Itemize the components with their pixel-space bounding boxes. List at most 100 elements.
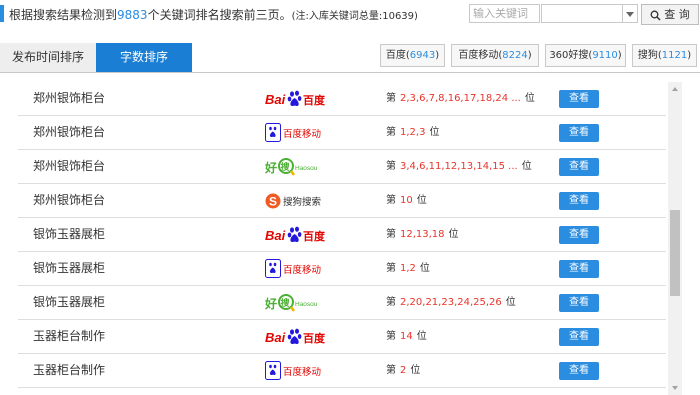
summary-suffix: 个关键词排名搜索前三页。	[147, 8, 292, 22]
haosou-cn2: 搜	[281, 161, 291, 173]
haosou-cn: 好	[265, 160, 277, 175]
scroll-down-arrow-icon[interactable]	[668, 381, 682, 395]
view-button[interactable]: 查看	[559, 362, 599, 380]
keyword-cell: 玉器柜台制作	[33, 363, 106, 377]
view-button[interactable]: 查看	[559, 260, 599, 278]
view-button[interactable]: 查看	[559, 90, 599, 108]
haosou-logo-icon: 好搜 Haosou	[264, 293, 325, 313]
search-button-label: 查 询	[664, 8, 690, 21]
view-button[interactable]: 查看	[559, 192, 599, 210]
engine-name: 百度移动	[458, 50, 499, 61]
rank-positions: 1,2,3	[400, 127, 426, 138]
rank-suffix: 位	[410, 365, 421, 376]
baidu-cn: 百度	[303, 331, 325, 345]
baidu-cn: 百度	[303, 93, 325, 107]
keyword-cell: 银饰玉器展柜	[33, 261, 106, 275]
table-row: 银饰玉器展柜 百度移动 第 1,2 位 查看	[18, 252, 666, 286]
rank-cell: 第 14 位	[386, 320, 427, 353]
summary-note: (注:入库关键词总量:10639)	[291, 11, 418, 22]
accent-bar	[0, 5, 4, 22]
keyword-cell: 银饰玉器展柜	[33, 227, 106, 241]
tab-sort-by-time[interactable]: 发布时间排序	[0, 43, 96, 72]
summary-bar: 根据搜索结果检测到9883个关键词排名搜索前三页。(注:入库关键词总量:1063…	[0, 0, 700, 30]
scroll-up-arrow-icon[interactable]	[668, 82, 682, 96]
rank-suffix: 位	[429, 127, 440, 138]
table-row: 银饰玉器展柜 Bai 百度 第 12,13,18 位 查看	[18, 218, 666, 252]
haosou-latin: Haosou	[295, 165, 318, 172]
rank-prefix: 第	[386, 161, 396, 172]
search-button[interactable]: 查 询	[641, 4, 699, 25]
search-icon	[650, 10, 661, 21]
view-button[interactable]: 查看	[559, 158, 599, 176]
rank-positions: 14	[400, 331, 413, 342]
rank-positions: 12,13,18	[400, 229, 445, 240]
baidu-cn: 百度	[303, 229, 325, 243]
haosou-latin: Haosou	[295, 301, 318, 308]
keyword-cell: 银饰玉器展柜	[33, 295, 106, 309]
rank-cell: 第2位	[386, 354, 420, 387]
rank-cell: 第 1,2 位	[386, 252, 430, 285]
rank-cell: 第 3,4,6,11,12,13,14,15 ... 位	[386, 150, 532, 183]
rank-positions: 1,2	[400, 263, 416, 274]
baidu-mobile-logo-icon: 百度移动	[265, 123, 325, 143]
baidu-mobile-logo-icon: 百度移动	[265, 361, 325, 381]
engine-count: 1121	[661, 50, 688, 61]
engine-count: 6943	[409, 50, 436, 61]
scrollbar-thumb[interactable]	[670, 210, 680, 296]
sogou-logo-icon: S 搜狗搜索	[265, 191, 325, 211]
sogou-cn: 搜狗搜索	[283, 196, 321, 208]
table-row: 玉器柜台制作 百度移动 第 2 位 查看	[18, 354, 666, 388]
engine-filter-baidu[interactable]: 百度(6943)	[380, 44, 445, 67]
rank-prefix: 第	[386, 195, 396, 206]
rank-cell: 第 1,2,3 位	[386, 116, 439, 149]
keyword-cell: 郑州银饰柜台	[33, 91, 106, 105]
keyword-cell: 郑州银饰柜台	[33, 193, 106, 207]
rank-prefix: 第	[386, 229, 396, 240]
rank-cell: 第 2,20,21,23,24,25,26 位	[386, 286, 516, 319]
rank-cell: 第 2,3,6,7,8,16,17,18,24 ... 位	[386, 82, 535, 115]
rank-cell: 第 12,13,18 位	[386, 218, 459, 251]
table-row: 郑州银饰柜台 百度移动 第 1,2,3 位 查看	[18, 116, 666, 150]
rank-prefix: 第	[386, 331, 396, 342]
engine-filter-sogou[interactable]: 搜狗(1121)	[632, 44, 697, 67]
rank-prefix: 第	[386, 297, 396, 308]
chevron-down-icon	[626, 12, 634, 17]
engine-filter-360[interactable]: 360好搜(9110)	[545, 44, 626, 67]
rank-positions: 2,20,21,23,24,25,26	[400, 297, 502, 308]
rank-positions: 3,4,6,11,12,13,14,15 ...	[400, 161, 518, 172]
table-row: 郑州银饰柜台 Bai 百度 第 2,3,6,7,8,16,17,18,24 ... 位 查看	[18, 82, 666, 116]
baidu-logo-icon: Bai 百度	[265, 225, 326, 245]
summary-text: 根据搜索结果检测到9883个关键词排名搜索前三页。(注:入库关键词总量:1063…	[9, 6, 418, 23]
engine-name: 搜狗	[637, 50, 658, 61]
rank-suffix: 位	[521, 161, 532, 172]
baidu-latin: Bai	[265, 228, 286, 243]
view-button[interactable]: 查看	[559, 124, 599, 142]
scrollbar[interactable]	[668, 82, 682, 395]
keyword-cell: 郑州银饰柜台	[33, 159, 106, 173]
haosou-logo-icon: 好搜 Haosou	[264, 157, 325, 177]
engine-count: 8224	[502, 50, 528, 61]
engine-filter-baidu-mobile[interactable]: 百度移动(8224)	[451, 44, 539, 67]
engine-count: 9110	[592, 50, 618, 61]
table-row: 郑州银饰柜台 好搜 Haosou 第 3,4,6,11,12,13,14,15 ... 位…	[18, 150, 666, 184]
baidu-mobile-cn: 百度移动	[283, 264, 321, 276]
rank-suffix: 位	[416, 331, 427, 342]
rank-suffix: 位	[448, 229, 459, 240]
table-row: 银饰玉器展柜 好搜 Haosou 第 2,20,21,23,24,25,26 位 查看	[18, 286, 666, 320]
table-row: 郑州银饰柜台 S 搜狗搜索 第 10 位 查看	[18, 184, 666, 218]
rank-prefix: 第	[386, 93, 396, 104]
rank-suffix: 位	[524, 93, 535, 104]
select-arrow-box[interactable]	[622, 5, 637, 22]
keyword-search-input[interactable]: 输入关键词	[469, 4, 540, 23]
rank-cell: 第 10 位	[386, 184, 427, 217]
view-button[interactable]: 查看	[559, 226, 599, 244]
tab-sort-by-wordcount[interactable]: 字数排序	[96, 43, 192, 72]
keyword-cell: 郑州银饰柜台	[33, 125, 106, 139]
view-button[interactable]: 查看	[559, 294, 599, 312]
ranking-list: 郑州银饰柜台 Bai 百度第 2,3,6,7,8,16,17,18,24 ... 位查看…	[0, 82, 668, 395]
rank-positions: 10	[400, 195, 413, 206]
keyword-cell: 玉器柜台制作	[33, 329, 106, 343]
rank-suffix: 位	[419, 263, 430, 274]
view-button[interactable]: 查看	[559, 328, 599, 346]
engine-select[interactable]	[541, 4, 638, 23]
